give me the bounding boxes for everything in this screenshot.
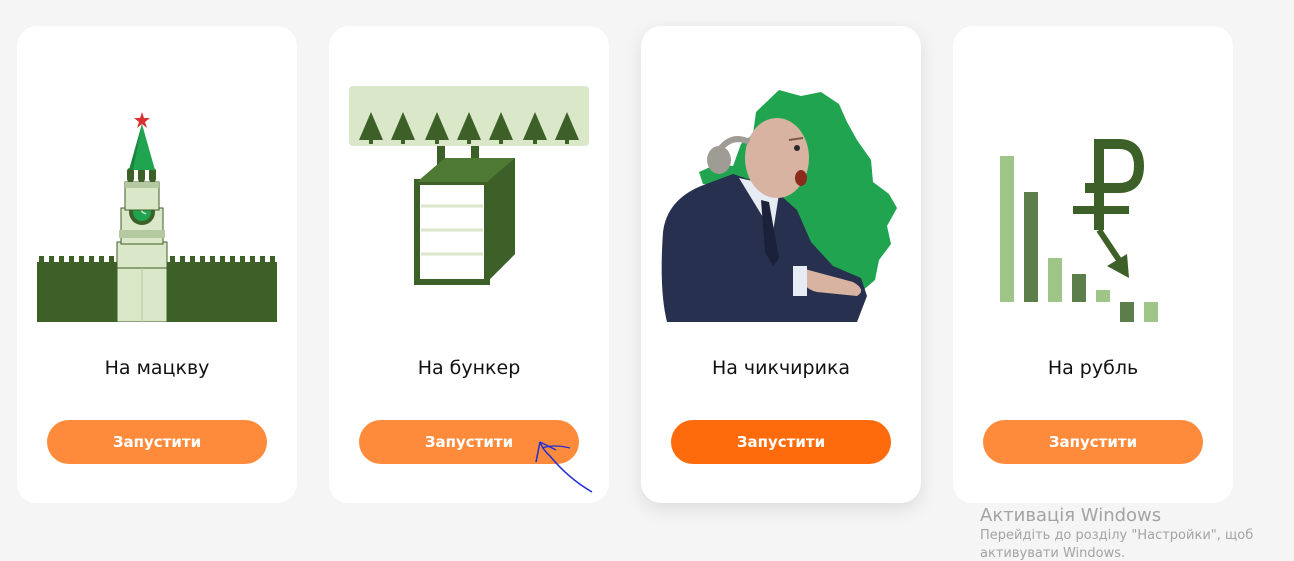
bunker-icon	[349, 82, 589, 322]
card-chikchirik: На чикчирика Запустити	[641, 26, 921, 503]
politician-icon	[661, 82, 901, 322]
ruble-fall-icon	[973, 82, 1213, 322]
windows-activation-watermark: Активація Windows Перейдіть до розділу "…	[980, 505, 1270, 561]
kremlin-tower-icon	[37, 82, 277, 322]
card-title: На мацкву	[104, 357, 210, 379]
launch-button[interactable]: Запустити	[983, 420, 1203, 464]
card-title: На бункер	[417, 357, 521, 379]
launch-button[interactable]: Запустити	[47, 420, 267, 464]
watermark-text: Перейдіть до розділу "Настройки", щоб ак…	[980, 528, 1254, 561]
pen-annotation-arrow	[535, 441, 593, 493]
card-title: На рубль	[1047, 357, 1139, 379]
launch-button[interactable]: Запустити	[671, 420, 891, 464]
page: На мацкву Запустити На бункер Запустити …	[0, 0, 1294, 561]
card-moscow: На мацкву Запустити	[17, 26, 297, 503]
watermark-title: Активація Windows	[980, 505, 1162, 526]
card-ruble: На рубль Запустити	[953, 26, 1233, 503]
card-title: На чикчирика	[711, 357, 851, 379]
